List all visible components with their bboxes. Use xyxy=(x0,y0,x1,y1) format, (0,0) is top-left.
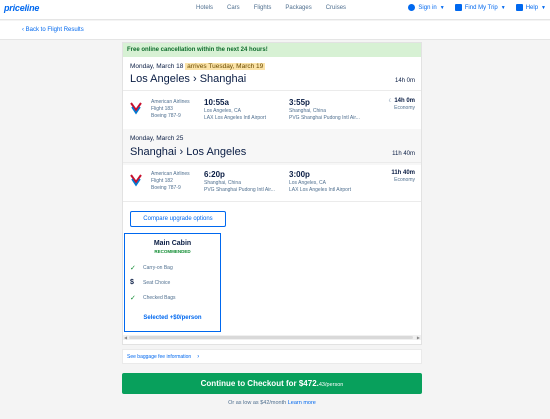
checkmark-icon: ✓ xyxy=(130,265,136,272)
learn-more-link[interactable]: Learn more xyxy=(288,400,316,406)
main-nav: Hotels Cars Flights Packages Cruises xyxy=(196,5,360,11)
chevron-down-icon: ▼ xyxy=(500,4,506,11)
flight-number: Flight 182 xyxy=(151,178,173,184)
user-icon xyxy=(408,4,416,11)
priceline-logo[interactable]: priceline xyxy=(4,3,39,13)
return-date: Monday, March 25 xyxy=(130,135,184,142)
outbound-date-row: Monday, March 18 arrives Tuesday, March … xyxy=(130,63,266,70)
divider xyxy=(123,162,421,163)
arrival-airport: PVG Shanghai Pudong Intl Air... xyxy=(289,115,360,121)
aircraft-type: Boeing 787-9 xyxy=(151,113,181,119)
baggage-fee-label: See baggage fee information xyxy=(127,354,192,360)
departure-info: 10:55a Los Angeles, CA LAX Los Angeles I… xyxy=(204,98,266,122)
checkout-label: Continue to Checkout for $472. xyxy=(200,379,319,388)
airline-info: American Airlines Flight 183 Boeing 787-… xyxy=(151,99,190,120)
suitcase-icon xyxy=(454,4,462,11)
baggage-fee-link[interactable]: See baggage fee information › xyxy=(122,349,422,364)
find-trip-label: Find My Trip xyxy=(464,4,498,11)
outbound-route: Los Angeles › Shanghai xyxy=(130,73,247,85)
outbound-segment: American Airlines Flight 183 Boeing 787-… xyxy=(123,95,421,131)
sign-in-menu[interactable]: Sign in ▼ xyxy=(408,4,445,11)
airline-name: American Airlines xyxy=(151,171,190,177)
departure-city: Los Angeles, CA xyxy=(204,108,241,114)
return-segment: American Airlines Flight 182 Boeing 787-… xyxy=(123,167,421,203)
horizontal-scrollbar[interactable]: ◀ ▶ xyxy=(123,335,421,340)
feature-label: Carry-on Bag xyxy=(143,265,173,271)
main-cabin-card[interactable]: Main Cabin RECOMMENDED ✓ Carry-on Bag $ … xyxy=(124,233,221,332)
return-route: Shanghai › Los Angeles xyxy=(130,146,247,158)
nav-flights[interactable]: Flights xyxy=(254,5,272,11)
arrives-next-day-badge: arrives Tuesday, March 19 xyxy=(185,63,266,70)
back-to-results-link[interactable]: ‹ Back to Flight Results xyxy=(22,27,84,33)
departure-time: 10:55a xyxy=(204,98,229,107)
arrival-time: 3:00p xyxy=(289,170,310,179)
feature-label: Seat Choice xyxy=(143,279,171,286)
dollar-icon: $ xyxy=(130,279,134,286)
outbound-total-duration: 14h 0m xyxy=(394,78,415,84)
scroll-right-icon[interactable]: ▶ xyxy=(417,335,420,340)
find-my-trip-menu[interactable]: Find My Trip ▼ xyxy=(454,4,506,11)
nav-packages[interactable]: Packages xyxy=(285,5,311,11)
arrival-time: 3:55p xyxy=(289,98,310,107)
cancellation-banner: Free online cancellation within the next… xyxy=(123,43,421,57)
checkmark-icon: ✓ xyxy=(130,295,136,302)
subnav-bar: ‹ Back to Flight Results xyxy=(0,21,550,40)
departure-time: 6:20p xyxy=(204,170,225,179)
flight-number: Flight 183 xyxy=(151,106,173,112)
arrival-info: 3:55p Shanghai, China PVG Shanghai Pudon… xyxy=(289,98,360,122)
arrival-city: Los Angeles, CA xyxy=(289,180,326,186)
recommended-badge: RECOMMENDED xyxy=(154,249,191,254)
airline-name: American Airlines xyxy=(151,99,190,105)
help-menu[interactable]: Help ▼ xyxy=(515,4,546,11)
affirm-text: Or as low as $42/month xyxy=(228,400,287,406)
departure-city: Shanghai, China xyxy=(204,180,241,186)
trip-summary-panel: Free online cancellation within the next… xyxy=(122,42,422,345)
cabin-class: Economy xyxy=(394,177,415,183)
feature-checked-bags: ✓ Checked Bags xyxy=(130,294,176,302)
top-navbar: priceline Hotels Cars Flights Packages C… xyxy=(0,0,550,20)
compare-upgrade-button[interactable]: Compare upgrade options xyxy=(130,211,226,227)
segment-duration-value: 14h 0m xyxy=(394,98,415,104)
segment-duration: 11h 40m Economy xyxy=(391,170,415,184)
return-total-duration: 11h 40m xyxy=(392,151,415,157)
segment-duration: ☾ 14h 0m Economy xyxy=(388,98,415,112)
selected-price: Selected +$0/person xyxy=(143,315,202,321)
nav-hotels[interactable]: Hotels xyxy=(196,5,213,11)
arrival-city: Shanghai, China xyxy=(289,108,326,114)
account-nav: Sign in ▼ Find My Trip ▼ Help ▼ xyxy=(408,4,546,11)
feature-seat-choice: $ Seat Choice xyxy=(130,279,170,286)
nav-cruises[interactable]: Cruises xyxy=(326,5,346,11)
checkout-cents: 43/person xyxy=(318,382,344,388)
continue-to-checkout-button[interactable]: Continue to Checkout for $472.43/person xyxy=(122,373,422,394)
nav-cars[interactable]: Cars xyxy=(227,5,240,11)
chevron-right-icon: › xyxy=(197,354,200,360)
scroll-left-icon[interactable]: ◀ xyxy=(124,335,127,340)
arrival-info: 3:00p Los Angeles, CA LAX Los Angeles In… xyxy=(289,170,351,194)
scroll-thumb[interactable] xyxy=(129,336,413,339)
chevron-down-icon: ▼ xyxy=(541,4,546,11)
sign-in-label: Sign in xyxy=(418,4,437,11)
cabin-name: Main Cabin xyxy=(153,240,192,247)
help-icon xyxy=(515,4,523,11)
american-airlines-logo-icon xyxy=(130,174,142,187)
arrival-airport: LAX Los Angeles Intl Airport xyxy=(289,187,351,193)
cabin-class: Economy xyxy=(394,105,415,111)
segment-duration-value: 11h 40m xyxy=(391,170,415,176)
airline-info: American Airlines Flight 182 Boeing 787-… xyxy=(151,171,190,192)
divider xyxy=(123,201,421,202)
outbound-date: Monday, March 18 xyxy=(130,63,184,70)
departure-airport: PVG Shanghai Pudong Intl Air... xyxy=(204,187,275,193)
divider xyxy=(123,90,421,91)
back-label: Back to Flight Results xyxy=(25,27,84,33)
departure-airport: LAX Los Angeles Intl Airport xyxy=(204,115,266,121)
aircraft-type: Boeing 787-9 xyxy=(151,185,181,191)
feature-carry-on: ✓ Carry-on Bag xyxy=(130,264,173,272)
american-airlines-logo-icon xyxy=(130,102,142,115)
help-label: Help xyxy=(525,4,539,11)
feature-label: Checked Bags xyxy=(143,295,176,301)
affirm-financing: Or as low as $42/month Learn more xyxy=(122,400,422,406)
chevron-down-icon: ▼ xyxy=(439,4,445,11)
departure-info: 6:20p Shanghai, China PVG Shanghai Pudon… xyxy=(204,170,275,194)
